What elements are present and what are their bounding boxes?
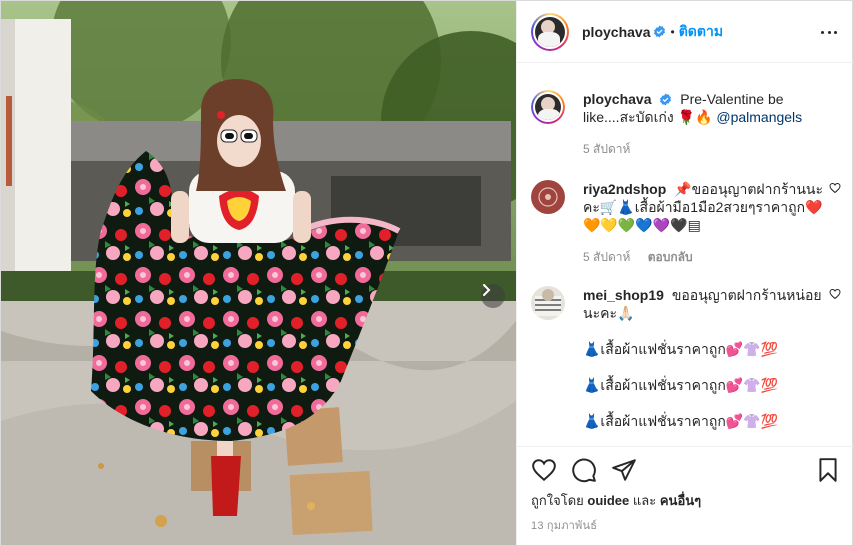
action-buttons-row <box>531 457 841 485</box>
comment-username[interactable]: riya2ndshop <box>583 181 666 197</box>
commenter-avatar[interactable] <box>531 286 565 320</box>
likes-user-link[interactable]: ouidee <box>587 493 629 508</box>
comment-meta: 5 สัปดาห์ ตอบกลับ <box>583 248 841 267</box>
post-side-panel: ploychava • ติดตาม ploychava Pre-Valenti… <box>516 1 853 545</box>
comment-like-heart-icon[interactable] <box>829 288 841 300</box>
share-icon[interactable] <box>611 457 637 483</box>
caption-avatar[interactable] <box>531 90 565 124</box>
separator-dot: • <box>670 24 675 39</box>
comment-text: riya2ndshop 📌ขออนุญาตฝากร้านนะคะ🛒👗เสื้อผ… <box>583 180 823 234</box>
heart-icon[interactable] <box>531 457 557 483</box>
caption: ploychava Pre-Valentine be like....สะบัด… <box>531 90 841 159</box>
likes-summary: ถูกใจโดย ouidee และ คนอื่นๆ <box>531 490 701 511</box>
next-photo-button[interactable] <box>481 284 505 308</box>
reply-button[interactable]: ตอบกลับ <box>648 250 693 264</box>
comment-line: 👗เสื้อผ้าแฟชั่นราคาถูก💕👚💯 <box>583 341 779 357</box>
author-username[interactable]: ploychava <box>582 24 650 40</box>
verified-badge-icon <box>660 93 672 106</box>
comment-username[interactable]: mei_shop19 <box>583 287 664 303</box>
comment-item: mei_shop19 ขออนุญาตฝากร้านหน่อยนะคะ🙏🏻 👗เ… <box>531 286 841 430</box>
comment-time[interactable]: 5 สัปดาห์ <box>583 250 630 264</box>
caption-username[interactable]: ploychava <box>583 91 651 107</box>
post-actions: ถูกใจโดย ouidee และ คนอื่นๆ 13 กุมภาพันธ… <box>517 446 853 545</box>
comment-text: mei_shop19 ขออนุญาตฝากร้านหน่อยนะคะ🙏🏻 👗เ… <box>583 286 823 430</box>
comment-item: riya2ndshop 📌ขออนุญาตฝากร้านนะคะ🛒👗เสื้อผ… <box>531 180 841 267</box>
likes-joiner: และ <box>632 493 657 508</box>
comment-icon[interactable] <box>571 457 597 483</box>
bookmark-icon[interactable] <box>815 457 841 483</box>
caption-text: ploychava Pre-Valentine be like....สะบัด… <box>583 90 823 126</box>
comment-line: 👗เสื้อผ้าแฟชั่นราคาถูก💕👚💯 <box>583 377 779 393</box>
verified-badge-icon <box>654 25 666 38</box>
commenter-avatar[interactable] <box>531 180 565 214</box>
chevron-right-icon <box>483 284 491 296</box>
author-info: ploychava • ติดตาม <box>582 21 723 43</box>
more-options-icon[interactable] <box>821 24 837 40</box>
caption-mention-link[interactable]: @palmangels <box>716 109 802 125</box>
comment-body-line2: 🧡💛💚💙💜🖤▤ <box>583 217 701 233</box>
photo-illustration <box>1 1 516 545</box>
post-header: ploychava • ติดตาม <box>517 1 853 63</box>
caption-meta: 5 สัปดาห์ <box>583 140 841 159</box>
comment-line: 👗เสื้อผ้าแฟชั่นราคาถูก💕👚💯 <box>583 413 779 429</box>
post-photo[interactable] <box>1 1 516 545</box>
likes-others-link[interactable]: คนอื่นๆ <box>660 493 701 508</box>
comments-list[interactable]: ploychava Pre-Valentine be like....สะบัด… <box>517 64 853 446</box>
post-date[interactable]: 13 กุมภาพันธ์ <box>531 516 597 534</box>
author-avatar[interactable] <box>531 12 569 51</box>
likes-prefix: ถูกใจโดย <box>531 493 584 508</box>
caption-time[interactable]: 5 สัปดาห์ <box>583 142 630 156</box>
comment-like-heart-icon[interactable] <box>829 182 841 194</box>
instagram-post: ploychava • ติดตาม ploychava Pre-Valenti… <box>0 0 853 545</box>
follow-button[interactable]: ติดตาม <box>679 21 723 43</box>
